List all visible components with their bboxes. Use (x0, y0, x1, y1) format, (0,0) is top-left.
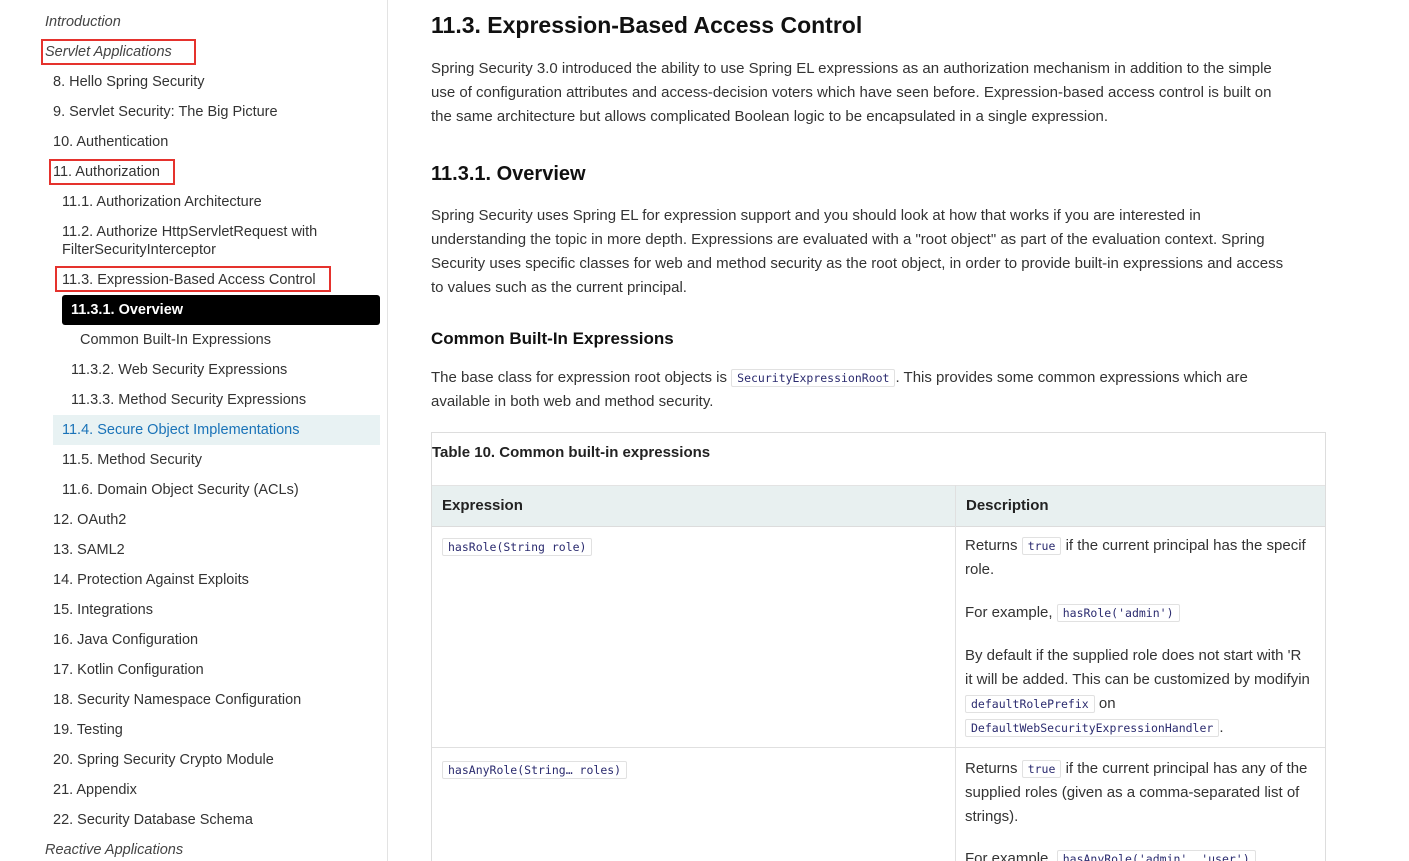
sidebar-item-method-security-expressions[interactable]: 11.3.3. Method Security Expressions (71, 391, 306, 409)
desc-line-2: supplied roles (given as a comma-separat… (965, 784, 1300, 801)
sidebar-item-method-security[interactable]: 11.5. Method Security (62, 451, 202, 469)
sidebar-item-authorization[interactable]: 11. Authorization (53, 163, 160, 181)
desc-line-1: if the current principal has any of the (1065, 760, 1308, 777)
sidebar-item-authorization-architecture[interactable]: 11.1. Authorization Architecture (62, 193, 262, 211)
sidebar-item-authentication[interactable]: 10. Authentication (53, 133, 168, 151)
sidebar-item-authorize-httpservletrequest[interactable]: 11.2. Authorize HttpServletRequest with … (62, 223, 362, 259)
has-any-role-code: hasAnyRole(String… roles) (442, 761, 628, 779)
sidebar-item-servlet-applications[interactable]: Servlet Applications (45, 43, 172, 61)
example-text: For example, (965, 850, 1053, 861)
sidebar-item-servlet-security[interactable]: 9. Servlet Security: The Big Picture (53, 103, 278, 121)
table-row-2-example: For example, hasAnyRole('admin', 'user') (965, 847, 1325, 861)
default-line-1: By default if the supplied role does not… (965, 647, 1302, 664)
builtin-text-b: . This provides some common expressions … (895, 369, 1248, 386)
returns-text: Returns (965, 537, 1018, 554)
desc-line-2: role. (965, 561, 995, 578)
column-divider (955, 485, 956, 861)
sidebar-item-overview[interactable]: 11.3.1. Overview (62, 295, 380, 325)
overview-paragraph: Spring Security uses Spring EL for expre… (431, 204, 1326, 300)
intro-paragraph: Spring Security 3.0 introduced the abili… (431, 57, 1326, 129)
sidebar-item-protection-against-exploits[interactable]: 14. Protection Against Exploits (53, 571, 249, 589)
default-role-prefix-code: defaultRolePrefix (965, 695, 1095, 713)
row-divider (432, 747, 1325, 748)
overview-line-2: understanding the topic in more depth. E… (431, 231, 1265, 248)
sidebar-item-kotlin-configuration[interactable]: 17. Kotlin Configuration (53, 661, 204, 679)
builtin-expressions-table: Table 10. Common built-in expressions Ex… (431, 432, 1326, 861)
on-text: on (1098, 695, 1116, 712)
true-code: true (1021, 760, 1062, 778)
builtin-paragraph: The base class for expression root objec… (431, 366, 1326, 414)
table-row-1-default-note: By default if the supplied role does not… (965, 644, 1325, 740)
sidebar-item-domain-object-security[interactable]: 11.6. Domain Object Security (ACLs) (62, 481, 299, 499)
table-row-1-expression: hasRole(String role) (442, 535, 593, 559)
builtin-text-a: The base class for expression root objec… (431, 369, 727, 386)
sidebar-item-testing[interactable]: 19. Testing (53, 721, 123, 739)
sidebar-item-namespace-configuration[interactable]: 18. Security Namespace Configuration (53, 691, 301, 709)
period-text: . (1219, 719, 1224, 736)
sidebar-item-database-schema[interactable]: 22. Security Database Schema (53, 811, 253, 829)
sidebar-item-hello-spring-security[interactable]: 8. Hello Spring Security (53, 73, 205, 91)
example-code: hasAnyRole('admin', 'user') (1056, 850, 1256, 861)
sidebar-item-introduction[interactable]: Introduction (45, 13, 121, 31)
intro-line-2: use of configuration attributes and acce… (431, 84, 1272, 101)
column-header-expression: Expression (442, 497, 523, 514)
table-row-2-expression: hasAnyRole(String… roles) (442, 758, 628, 782)
default-web-security-expression-handler-code: DefaultWebSecurityExpressionHandler (965, 719, 1220, 737)
desc-line-3: strings). (965, 808, 1019, 825)
example-text: For example, (965, 604, 1053, 621)
has-role-code: hasRole(String role) (442, 538, 593, 556)
table-caption: Table 10. Common built-in expressions (432, 444, 711, 461)
table-row-1-example: For example, hasRole('admin') (965, 601, 1325, 625)
sidebar-item-java-configuration[interactable]: 16. Java Configuration (53, 631, 198, 649)
example-code: hasRole('admin') (1056, 604, 1180, 622)
sidebar-item-expression-based-access-control[interactable]: 11.3. Expression-Based Access Control (62, 271, 316, 289)
security-expression-root-code: SecurityExpressionRoot (731, 369, 896, 387)
builtin-expressions-heading: Common Built-In Expressions (431, 329, 674, 348)
overview-line-1: Spring Security uses Spring EL for expre… (431, 207, 1201, 224)
intro-line-3: the same architecture but allows complic… (431, 108, 1109, 125)
desc-line-1: if the current principal has the specif (1065, 537, 1306, 554)
main-content: 11.3. Expression-Based Access Control Sp… (388, 0, 1409, 861)
sidebar-item-common-built-in-expressions[interactable]: Common Built-In Expressions (80, 331, 271, 349)
returns-text: Returns (965, 760, 1018, 777)
sidebar-item-integrations[interactable]: 15. Integrations (53, 601, 153, 619)
overview-line-3: Security uses specific classes for web a… (431, 255, 1284, 272)
overview-line-4: to values such as the current principal. (431, 279, 687, 296)
intro-line-1: Spring Security 3.0 introduced the abili… (431, 60, 1272, 77)
sidebar-item-web-security-expressions[interactable]: 11.3.2. Web Security Expressions (71, 361, 287, 379)
default-line-2: it will be added. This can be customized… (965, 671, 1310, 688)
table-row-1-description: Returns true if the current principal ha… (965, 534, 1325, 582)
sidebar-item-appendix[interactable]: 21. Appendix (53, 781, 137, 799)
sidebar-nav: Introduction Servlet Applications 8. Hel… (0, 0, 388, 861)
sidebar-item-secure-object-implementations[interactable]: 11.4. Secure Object Implementations (53, 415, 380, 445)
overview-heading: 11.3.1. Overview (431, 163, 586, 185)
table-row-2-description: Returns true if the current principal ha… (965, 757, 1325, 829)
page-title: 11.3. Expression-Based Access Control (431, 12, 863, 38)
builtin-text-c: available in both web and method securit… (431, 393, 714, 410)
column-header-description: Description (966, 497, 1049, 514)
sidebar-item-saml2[interactable]: 13. SAML2 (53, 541, 125, 559)
sidebar-item-oauth2[interactable]: 12. OAuth2 (53, 511, 126, 529)
sidebar-item-crypto-module[interactable]: 20. Spring Security Crypto Module (53, 751, 274, 769)
sidebar-item-reactive-applications[interactable]: Reactive Applications (45, 841, 183, 859)
table-header: Expression Description (432, 485, 1325, 527)
true-code: true (1021, 537, 1062, 555)
